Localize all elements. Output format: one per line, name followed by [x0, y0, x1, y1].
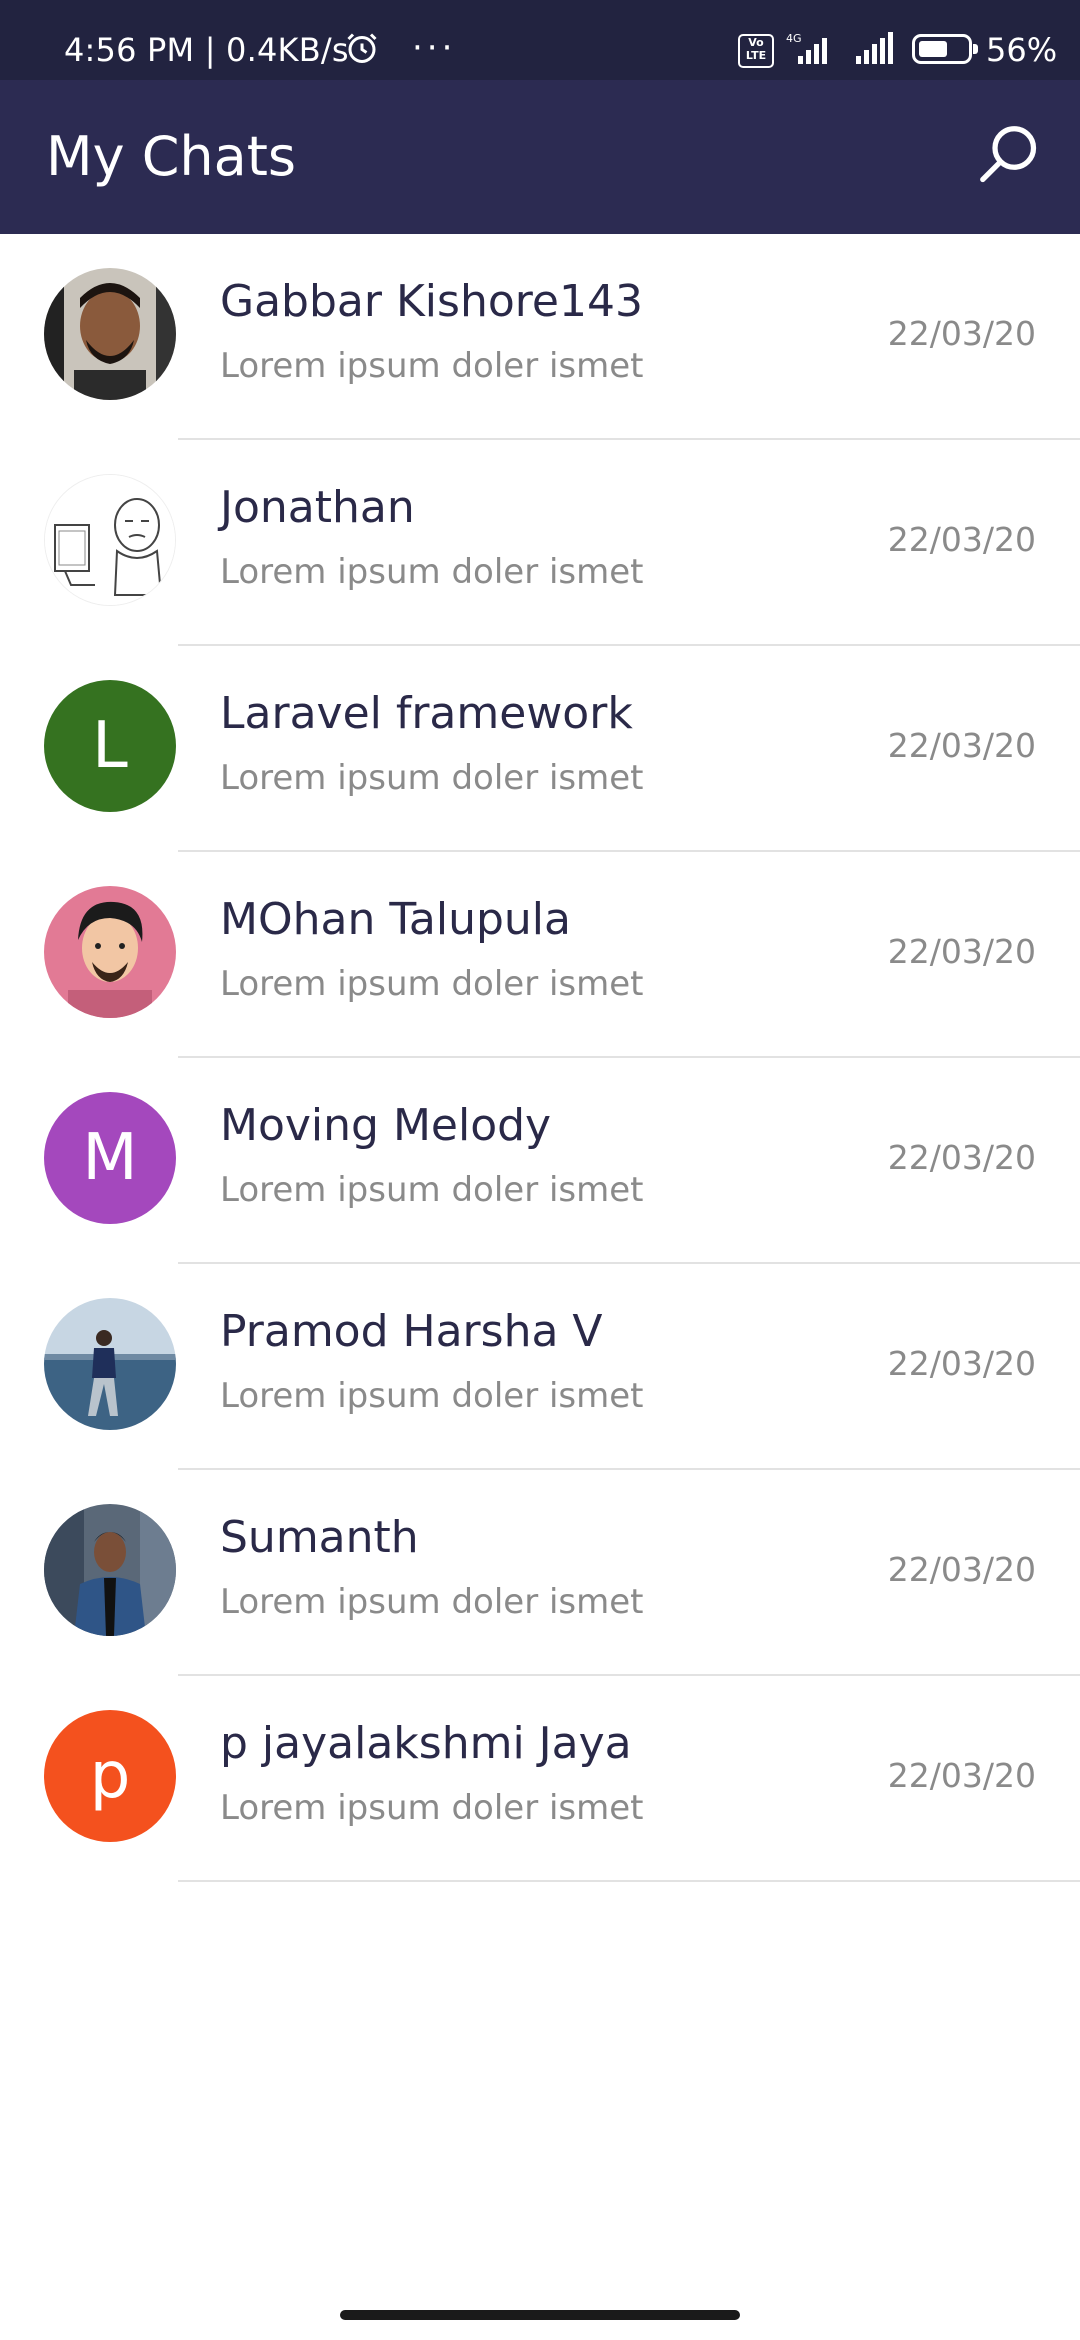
status-bar: 4:56 PM | 0.4KB/s ··· Vo LTE 4G 56% [0, 0, 1080, 80]
avatar[interactable]: L [44, 680, 176, 812]
chat-item[interactable]: p p jayalakshmi Jaya Lorem ipsum doler i… [0, 1676, 1080, 1882]
avatar-initial: M [82, 1121, 138, 1195]
chat-date: 22/03/20 [887, 726, 1036, 765]
chat-name: Gabbar Kishore143 [220, 276, 643, 327]
sketch-avatar-icon [45, 475, 175, 605]
chat-date: 22/03/20 [887, 1138, 1036, 1177]
chat-last-message: Lorem ipsum doler ismet [220, 1788, 644, 1828]
alarm-icon [347, 33, 377, 63]
search-icon[interactable] [974, 120, 1044, 190]
chat-last-message: Lorem ipsum doler ismet [220, 346, 644, 386]
user-photo-icon [44, 1298, 176, 1430]
avatar[interactable] [44, 474, 176, 606]
chat-date: 22/03/20 [887, 1756, 1036, 1795]
battery-percent: 56% [986, 31, 1058, 69]
page-title: My Chats [46, 125, 297, 188]
chat-last-message: Lorem ipsum doler ismet [220, 1582, 644, 1622]
avatar[interactable] [44, 886, 176, 1018]
chat-name: MOhan Talupula [220, 894, 571, 945]
chat-name: Laravel framework [220, 688, 633, 739]
chat-name: Jonathan [220, 482, 415, 533]
chat-name: Pramod Harsha V [220, 1306, 603, 1357]
app-bar: My Chats [0, 80, 1080, 234]
chat-date: 22/03/20 [887, 932, 1036, 971]
home-indicator[interactable] [340, 2310, 740, 2320]
chat-name: Sumanth [220, 1512, 419, 1563]
avatar-initial: L [92, 709, 128, 783]
cartoon-avatar-icon [44, 886, 176, 1018]
avatar[interactable] [44, 268, 176, 400]
chat-item[interactable]: L Laravel framework Lorem ipsum doler is… [0, 646, 1080, 852]
battery-icon [912, 34, 978, 64]
chat-item[interactable]: Gabbar Kishore143 Lorem ipsum doler isme… [0, 234, 1080, 440]
chat-list: Gabbar Kishore143 Lorem ipsum doler isme… [0, 234, 1080, 1882]
avatar[interactable] [44, 1504, 176, 1636]
chat-item[interactable]: Sumanth Lorem ipsum doler ismet 22/03/20 [0, 1470, 1080, 1676]
chat-name: Moving Melody [220, 1100, 552, 1151]
svg-text:4G: 4G [786, 32, 802, 45]
chat-name: p jayalakshmi Jaya [220, 1718, 632, 1769]
chat-item[interactable]: MOhan Talupula Lorem ipsum doler ismet 2… [0, 852, 1080, 1058]
signal-icon [856, 32, 893, 64]
avatar[interactable] [44, 1298, 176, 1430]
divider [178, 1880, 1080, 1882]
chat-last-message: Lorem ipsum doler ismet [220, 1376, 644, 1416]
signal-4g-icon: 4G [786, 32, 827, 64]
chat-last-message: Lorem ipsum doler ismet [220, 964, 644, 1004]
avatar[interactable]: p [44, 1710, 176, 1842]
chat-last-message: Lorem ipsum doler ismet [220, 758, 644, 798]
chat-item[interactable]: Jonathan Lorem ipsum doler ismet 22/03/2… [0, 440, 1080, 646]
user-photo-icon [44, 1504, 176, 1636]
chat-item[interactable]: M Moving Melody Lorem ipsum doler ismet … [0, 1058, 1080, 1264]
volte-icon: Vo LTE [738, 34, 774, 68]
chat-item[interactable]: Pramod Harsha V Lorem ipsum doler ismet … [0, 1264, 1080, 1470]
avatar[interactable]: M [44, 1092, 176, 1224]
chat-last-message: Lorem ipsum doler ismet [220, 1170, 644, 1210]
chat-date: 22/03/20 [887, 520, 1036, 559]
chat-date: 22/03/20 [887, 314, 1036, 353]
user-photo-icon [44, 268, 176, 400]
status-time: 4:56 PM | 0.4KB/s [64, 31, 349, 69]
chat-last-message: Lorem ipsum doler ismet [220, 552, 644, 592]
avatar-initial: p [89, 1739, 131, 1813]
more-notifications-icon: ··· [412, 28, 457, 68]
chat-date: 22/03/20 [887, 1550, 1036, 1589]
chat-date: 22/03/20 [887, 1344, 1036, 1383]
